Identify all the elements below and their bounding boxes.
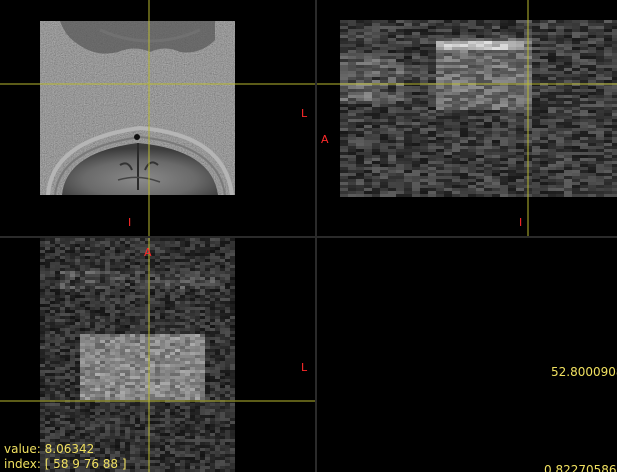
sagittal-slice-image[interactable] <box>317 0 617 236</box>
voxel-index-readout: index: [ 58 9 76 88 ] <box>4 457 127 471</box>
axial-view[interactable]: L I <box>0 0 315 236</box>
mri-viewer: L I A I A L 52.8000908 0.8227058686 valu… <box>0 0 617 472</box>
info-view: 52.8000908 0.8227058686 <box>317 238 617 472</box>
partial-value-readout: 0.8227058686 <box>544 463 617 472</box>
orientation-bottom-label: I <box>128 216 132 229</box>
coronal-slice-image[interactable] <box>0 238 315 472</box>
stripe-texture <box>340 20 617 197</box>
axial-slice-image[interactable] <box>0 0 315 236</box>
orientation-bottom-label: I <box>519 216 523 229</box>
sagittal-view[interactable]: A I <box>317 0 617 236</box>
scale-value-readout: 52.8000908 <box>551 365 617 379</box>
voxel-value-readout: value: 8.06342 <box>4 442 95 456</box>
orientation-top-label: A <box>144 246 152 259</box>
stripe-texture <box>40 238 235 472</box>
orientation-right-label: L <box>301 107 308 120</box>
orientation-left-label: A <box>321 133 329 146</box>
coronal-view[interactable]: A L <box>0 238 315 472</box>
orientation-right-label: L <box>301 361 308 374</box>
view-divider-horizontal[interactable] <box>0 236 617 238</box>
